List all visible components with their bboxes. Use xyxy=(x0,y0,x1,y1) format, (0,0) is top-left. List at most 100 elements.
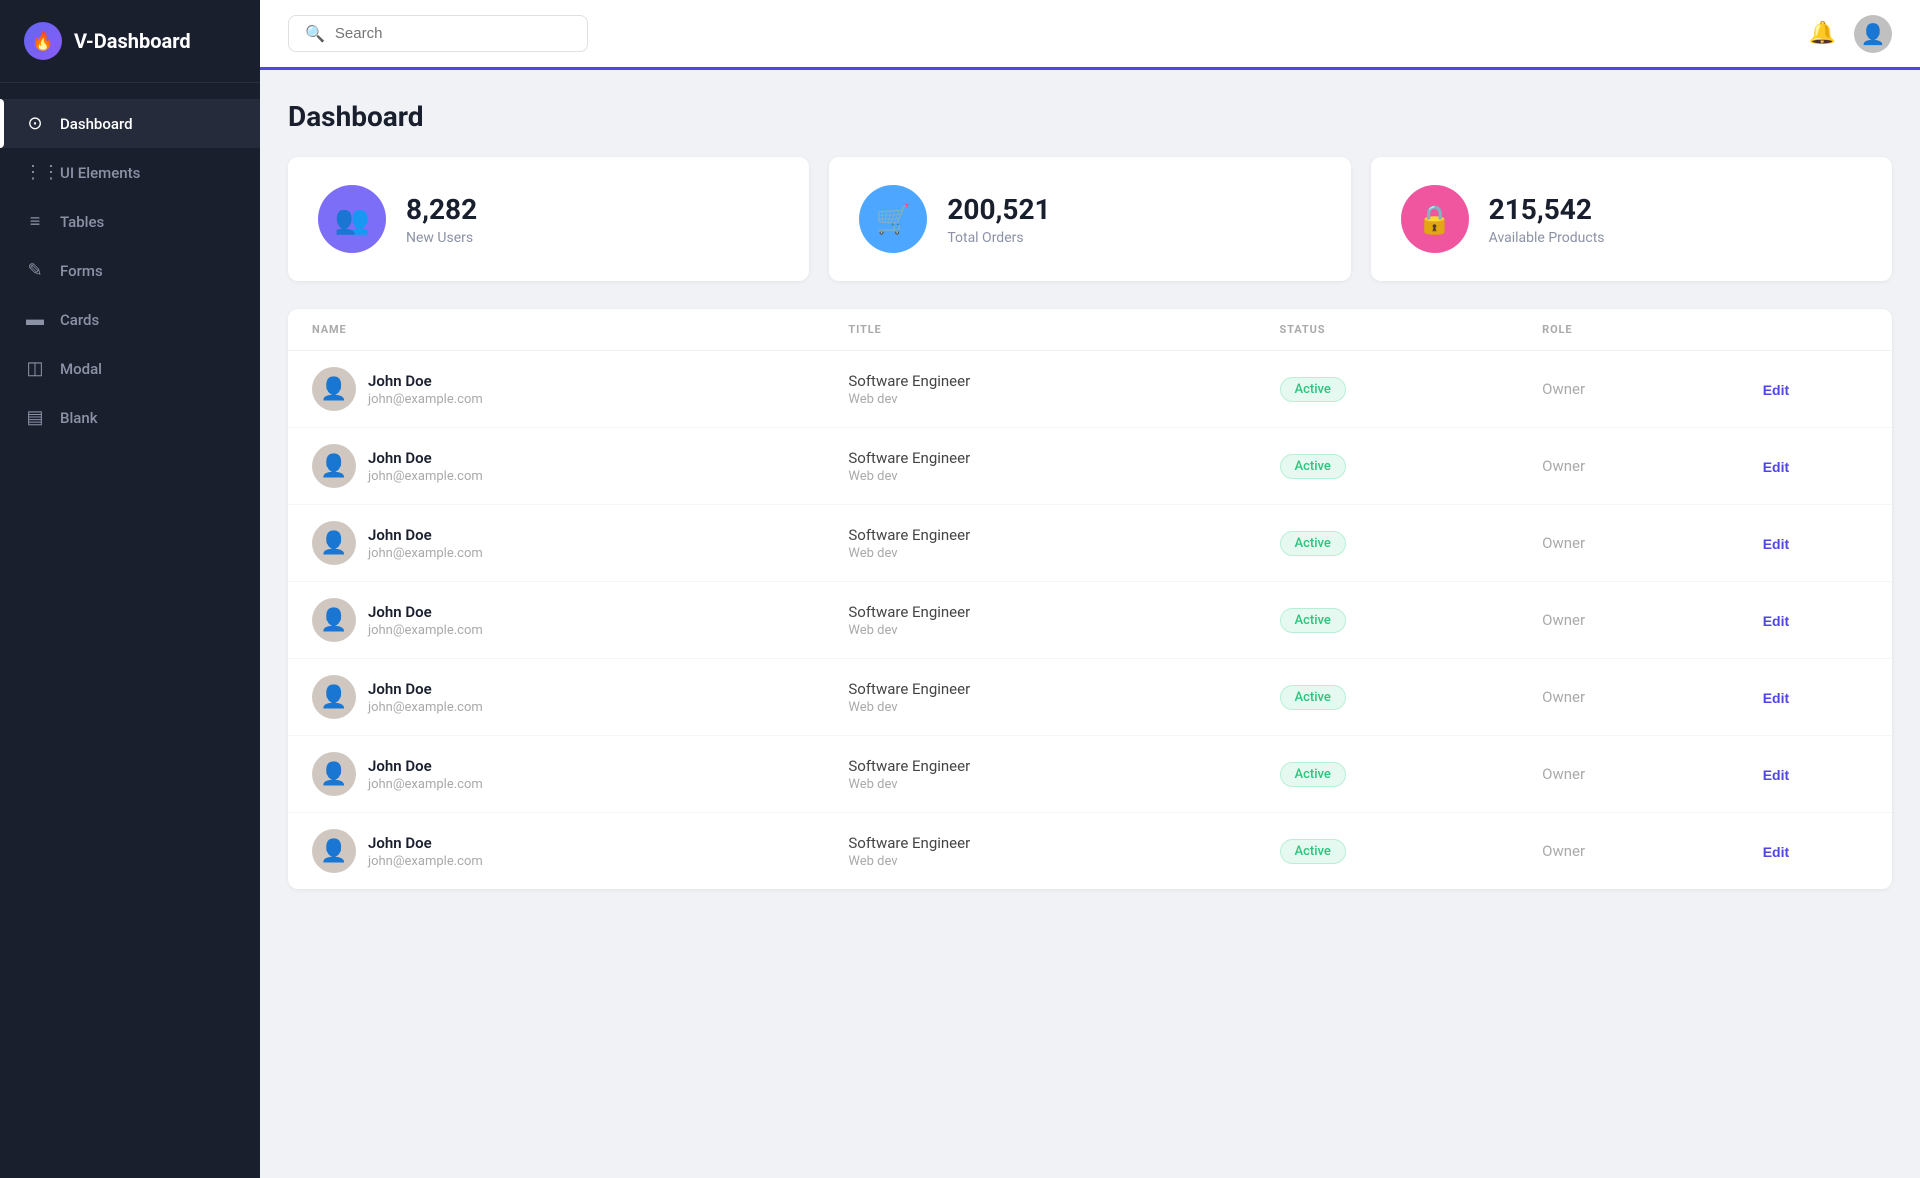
title-sub-1: Web dev xyxy=(848,469,1269,484)
action-cell-0: Edit xyxy=(1763,380,1868,399)
nav-label-blank: Blank xyxy=(60,409,98,427)
title-main-0: Software Engineer xyxy=(848,372,1269,390)
stat-label-new-users: New Users xyxy=(406,230,477,246)
stat-label-total-orders: Total Orders xyxy=(947,230,1050,246)
nav-label-cards: Cards xyxy=(60,311,99,329)
status-cell-6: Active xyxy=(1280,839,1533,864)
title-main-4: Software Engineer xyxy=(848,680,1269,698)
status-badge-5: Active xyxy=(1280,762,1346,787)
edit-button-2[interactable]: Edit xyxy=(1763,536,1789,552)
col-action xyxy=(1763,323,1868,336)
title-main-5: Software Engineer xyxy=(848,757,1269,775)
stat-label-available-products: Available Products xyxy=(1489,230,1605,246)
title-sub-3: Web dev xyxy=(848,623,1269,638)
edit-button-1[interactable]: Edit xyxy=(1763,459,1789,475)
user-cell-1: 👤 John Doe john@example.com xyxy=(312,444,838,488)
user-email-4: john@example.com xyxy=(368,700,483,715)
sidebar-logo: 🔥 V-Dashboard xyxy=(0,0,260,83)
status-cell-1: Active xyxy=(1280,454,1533,479)
user-info-1: John Doe john@example.com xyxy=(368,449,483,484)
user-email-2: john@example.com xyxy=(368,546,483,561)
stat-number-available-products: 215,542 xyxy=(1489,193,1605,226)
edit-button-4[interactable]: Edit xyxy=(1763,690,1789,706)
title-sub-6: Web dev xyxy=(848,854,1269,869)
col-role: ROLE xyxy=(1542,323,1753,336)
user-info-6: John Doe john@example.com xyxy=(368,834,483,869)
bell-icon[interactable]: 🔔 xyxy=(1809,21,1836,46)
table-row: 👤 John Doe john@example.com Software Eng… xyxy=(288,813,1892,889)
edit-button-3[interactable]: Edit xyxy=(1763,613,1789,629)
user-avatar[interactable]: 👤 xyxy=(1854,15,1892,53)
sidebar-item-modal[interactable]: ◫ Modal xyxy=(0,344,260,393)
avatar-2: 👤 xyxy=(312,521,356,565)
search-input[interactable] xyxy=(335,25,571,42)
nav-label-modal: Modal xyxy=(60,360,102,378)
sidebar-item-cards[interactable]: ▬ Cards xyxy=(0,295,260,344)
avatar-0: 👤 xyxy=(312,367,356,411)
main-area: 🔍 🔔 👤 Dashboard 👥 8,282 New Users 🛒 200,… xyxy=(260,0,1920,1178)
stat-card-total-orders: 🛒 200,521 Total Orders xyxy=(829,157,1350,281)
user-cell-6: 👤 John Doe john@example.com xyxy=(312,829,838,873)
table-row: 👤 John Doe john@example.com Software Eng… xyxy=(288,659,1892,736)
action-cell-2: Edit xyxy=(1763,534,1868,553)
table-row: 👤 John Doe john@example.com Software Eng… xyxy=(288,428,1892,505)
user-email-5: john@example.com xyxy=(368,777,483,792)
status-badge-3: Active xyxy=(1280,608,1346,633)
stat-card-new-users: 👥 8,282 New Users xyxy=(288,157,809,281)
edit-button-0[interactable]: Edit xyxy=(1763,382,1789,398)
status-badge-1: Active xyxy=(1280,454,1346,479)
user-info-5: John Doe john@example.com xyxy=(368,757,483,792)
sidebar-item-tables[interactable]: ≡ Tables xyxy=(0,197,260,246)
stat-card-available-products: 🔒 215,542 Available Products xyxy=(1371,157,1892,281)
role-cell-2: Owner xyxy=(1542,534,1753,552)
nav-icon-cards: ▬ xyxy=(24,309,46,330)
sidebar-item-forms[interactable]: ✎ Forms xyxy=(0,246,260,295)
user-cell-4: 👤 John Doe john@example.com xyxy=(312,675,838,719)
users-table-card: NAME TITLE STATUS ROLE 👤 John Doe john@e… xyxy=(288,309,1892,889)
nav-icon-forms: ✎ xyxy=(24,260,46,281)
role-cell-6: Owner xyxy=(1542,842,1753,860)
table-row: 👤 John Doe john@example.com Software Eng… xyxy=(288,351,1892,428)
edit-button-6[interactable]: Edit xyxy=(1763,844,1789,860)
role-cell-3: Owner xyxy=(1542,611,1753,629)
user-name-6: John Doe xyxy=(368,834,483,852)
user-cell-5: 👤 John Doe john@example.com xyxy=(312,752,838,796)
user-name-3: John Doe xyxy=(368,603,483,621)
search-box[interactable]: 🔍 xyxy=(288,15,588,52)
user-cell-3: 👤 John Doe john@example.com xyxy=(312,598,838,642)
nav-icon-blank: ▤ xyxy=(24,407,46,428)
page-title: Dashboard xyxy=(288,100,1892,133)
action-cell-3: Edit xyxy=(1763,611,1868,630)
user-name-1: John Doe xyxy=(368,449,483,467)
nav-icon-tables: ≡ xyxy=(24,211,46,232)
table-body: 👤 John Doe john@example.com Software Eng… xyxy=(288,351,1892,889)
user-name-4: John Doe xyxy=(368,680,483,698)
nav-label-tables: Tables xyxy=(60,213,104,231)
status-cell-0: Active xyxy=(1280,377,1533,402)
sidebar-item-blank[interactable]: ▤ Blank xyxy=(0,393,260,442)
main-content: Dashboard 👥 8,282 New Users 🛒 200,521 To… xyxy=(260,70,1920,1178)
stats-grid: 👥 8,282 New Users 🛒 200,521 Total Orders… xyxy=(288,157,1892,281)
status-cell-2: Active xyxy=(1280,531,1533,556)
sidebar-item-dashboard[interactable]: ⊙ Dashboard xyxy=(0,99,260,148)
user-info-2: John Doe john@example.com xyxy=(368,526,483,561)
sidebar: 🔥 V-Dashboard ⊙ Dashboard ⋮⋮ UI Elements… xyxy=(0,0,260,1178)
stat-info-total-orders: 200,521 Total Orders xyxy=(947,193,1050,246)
status-badge-2: Active xyxy=(1280,531,1346,556)
user-info-3: John Doe john@example.com xyxy=(368,603,483,638)
sidebar-item-ui-elements[interactable]: ⋮⋮ UI Elements xyxy=(0,148,260,197)
nav-icon-ui-elements: ⋮⋮ xyxy=(24,162,46,183)
table-row: 👤 John Doe john@example.com Software Eng… xyxy=(288,505,1892,582)
title-cell-1: Software Engineer Web dev xyxy=(848,449,1269,484)
title-sub-2: Web dev xyxy=(848,546,1269,561)
user-info-0: John Doe john@example.com xyxy=(368,372,483,407)
role-cell-5: Owner xyxy=(1542,765,1753,783)
title-cell-6: Software Engineer Web dev xyxy=(848,834,1269,869)
action-cell-1: Edit xyxy=(1763,457,1868,476)
search-icon: 🔍 xyxy=(305,24,325,43)
stat-info-available-products: 215,542 Available Products xyxy=(1489,193,1605,246)
user-name-0: John Doe xyxy=(368,372,483,390)
header-right: 🔔 👤 xyxy=(1809,15,1892,53)
edit-button-5[interactable]: Edit xyxy=(1763,767,1789,783)
avatar-1: 👤 xyxy=(312,444,356,488)
